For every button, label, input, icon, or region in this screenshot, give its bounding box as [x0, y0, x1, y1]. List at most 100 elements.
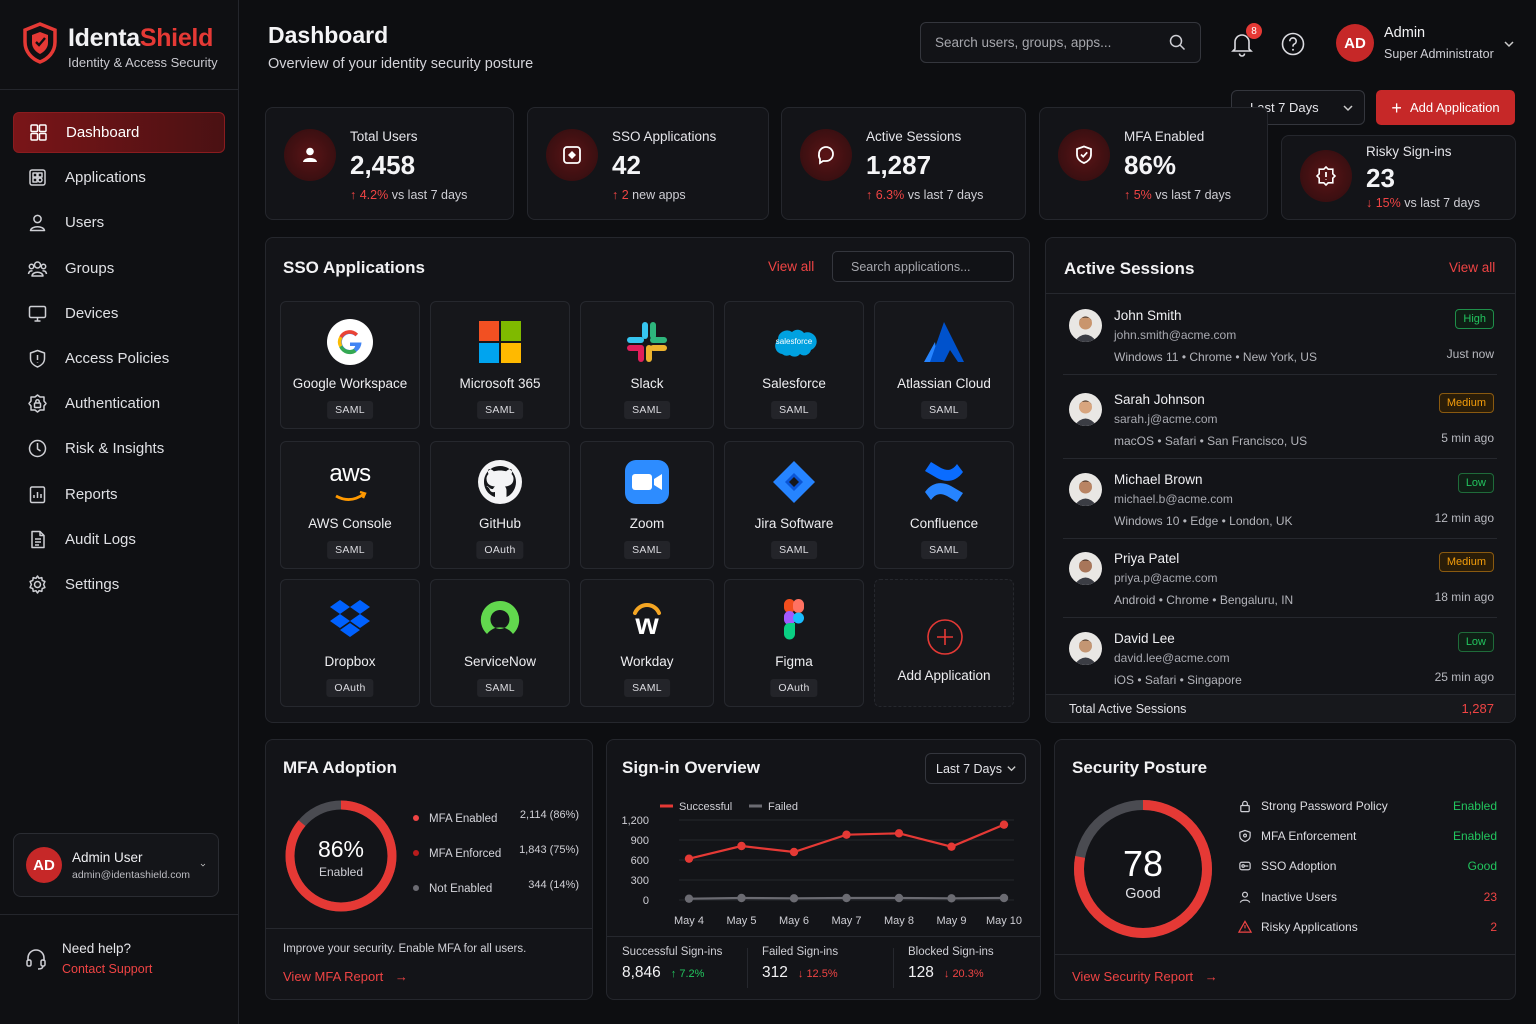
view-mfa-report-link[interactable]: View MFA Report →	[283, 969, 408, 984]
legend-dot	[413, 814, 419, 821]
divider	[1055, 954, 1515, 955]
sessions-view-all-link[interactable]: View all	[1449, 260, 1495, 275]
app-tile-microsoft-365[interactable]: Microsoft 365 SAML	[430, 301, 570, 429]
data-point	[999, 820, 1009, 829]
x-tick-label: May 5	[727, 915, 757, 927]
add-application-button[interactable]: + Add Application	[1376, 90, 1515, 125]
sso-view-all-link[interactable]: View all	[768, 259, 814, 274]
app-tile-servicenow[interactable]: ServiceNow SAML	[430, 579, 570, 707]
sidebar-item-groups[interactable]: Groups	[13, 248, 225, 289]
header-user-name[interactable]: Admin	[1384, 25, 1425, 41]
sidebar-item-label: Users	[65, 214, 105, 232]
user-card[interactable]: AD Admin User admin@identashield.com	[13, 833, 219, 897]
stat-icon-wrap	[800, 129, 852, 181]
app-tile-aws-console[interactable]: aws AWS Console SAML	[280, 441, 420, 569]
stat-card-sso-applications[interactable]: SSO Applications 42 ↑ 2 new apps	[527, 107, 769, 220]
sidebar-item-reports[interactable]: Reports	[13, 474, 225, 515]
app-name: Jira Software	[754, 516, 834, 531]
session-os: Windows 11	[1114, 350, 1179, 364]
data-point	[894, 829, 904, 838]
sidebar-item-dashboard[interactable]: Dashboard	[13, 112, 225, 153]
contact-support-link[interactable]: Contact Support	[62, 962, 152, 976]
session-user-email: priya.p@acme.com	[1114, 571, 1218, 585]
sidebar-item-devices[interactable]: Devices	[13, 293, 225, 334]
risk-level-badge: High	[1455, 309, 1494, 329]
header-avatar[interactable]: AD	[1336, 24, 1374, 62]
app-logo-wrap	[326, 596, 374, 644]
chevron-down-icon	[200, 863, 206, 867]
shield-icon	[1239, 829, 1251, 843]
posture-item[interactable]: Strong Password Policy Enabled	[1238, 798, 1497, 816]
stat-delta: ↑ 2 new apps	[612, 188, 686, 202]
sidebar-item-settings[interactable]: Settings	[13, 564, 225, 605]
stat-card-total-users[interactable]: Total Users 2,458 ↑ 4.2% vs last 7 days	[265, 107, 514, 220]
app-tile-workday[interactable]: w Workday SAML	[580, 579, 714, 707]
session-time: Just now	[1446, 347, 1494, 361]
app-tile-jira-software[interactable]: Jira Software SAML	[724, 441, 864, 569]
sidebar-item-risk-insights[interactable]: Risk & Insights	[13, 428, 225, 469]
posture-item[interactable]: MFA Enforcement Enabled	[1238, 828, 1497, 846]
app-name: GitHub	[478, 516, 522, 531]
mfa-legend-value: 344 (14%)	[528, 879, 579, 891]
posture-item[interactable]: Risky Applications 2	[1238, 919, 1497, 937]
session-row[interactable]: Michael Brown michael.b@acme.com Windows 1…	[1063, 459, 1497, 539]
divider	[266, 928, 592, 929]
app-tile-salesforce[interactable]: salesforce Salesforce SAML	[724, 301, 864, 429]
sessions-total-label: Total Active Sessions	[1069, 702, 1187, 716]
stat-card-risky-sign-ins[interactable]: Risky Sign-ins 23 ↓ 15% vs last 7 days	[1281, 135, 1516, 220]
app-name: Workday	[620, 654, 674, 669]
app-search-input[interactable]	[851, 259, 1001, 274]
app-protocol-badge: SAML	[921, 401, 967, 419]
sidebar-item-authentication[interactable]: Authentication	[13, 383, 225, 424]
app-tile-github[interactable]: GitHub OAuth	[430, 441, 570, 569]
app-protocol-badge: SAML	[921, 541, 967, 559]
posture-item-value: Enabled	[1452, 799, 1497, 813]
app-protocol-badge: OAuth	[326, 679, 374, 697]
stat-card-mfa-enabled[interactable]: MFA Enabled 86% ↑ 5% vs last 7 days	[1039, 107, 1268, 220]
session-row[interactable]: Sarah Johnson sarah.j@acme.com macOS • Saf…	[1063, 379, 1497, 459]
search-icon[interactable]	[1169, 34, 1186, 51]
global-search[interactable]	[920, 22, 1201, 63]
stat-delta-text: vs last 7 days	[1400, 196, 1480, 210]
sidebar-item-audit-logs[interactable]: Audit Logs	[13, 519, 225, 560]
add-application-tile[interactable]: Add Application	[874, 579, 1014, 707]
stat-label: Total Users	[350, 129, 418, 144]
app-tile-google-workspace[interactable]: Google Workspace SAML	[280, 301, 420, 429]
signin-range-select[interactable]: Last 7 Days	[925, 753, 1026, 784]
risk-level-badge: Medium	[1438, 393, 1494, 413]
app-tile-dropbox[interactable]: Dropbox OAuth	[280, 579, 420, 707]
sidebar-item-label: Settings	[65, 575, 120, 593]
session-row[interactable]: Priya Patel priya.p@acme.com Android • Chr…	[1063, 538, 1497, 618]
posture-item[interactable]: Inactive Users 23	[1238, 889, 1497, 907]
session-user-email: michael.b@acme.com	[1114, 492, 1233, 506]
stat-icon-wrap	[1058, 129, 1110, 181]
app-name: ServiceNow	[463, 654, 537, 669]
app-tile-figma[interactable]: Figma OAuth	[724, 579, 864, 707]
app-search[interactable]	[832, 251, 1014, 282]
search-input[interactable]	[935, 35, 1145, 50]
view-security-report-label: View Security Report	[1072, 969, 1194, 984]
app-tile-zoom[interactable]: Zoom SAML	[580, 441, 714, 569]
session-location: Singapore	[1187, 673, 1242, 687]
sidebar-item-users[interactable]: Users	[13, 202, 225, 243]
session-row[interactable]: David Lee david.lee@acme.com iOS • Safari …	[1063, 618, 1497, 698]
sidebar-item-applications[interactable]: Applications	[13, 157, 225, 198]
stat-card-active-sessions[interactable]: Active Sessions 1,287 ↑ 6.3% vs last 7 day…	[781, 107, 1026, 220]
app-tile-slack[interactable]: Slack SAML	[580, 301, 714, 429]
brand[interactable]: IdentaShield Identity & Access Security	[22, 22, 218, 70]
chevron-down-icon[interactable]	[1503, 38, 1515, 50]
posture-item[interactable]: SSO Adoption Good	[1238, 858, 1497, 876]
app-tile-atlassian-cloud[interactable]: Atlassian Cloud SAML	[874, 301, 1014, 429]
stat-delta-text: vs last 7 days	[904, 188, 984, 202]
sidebar-item-access-policies[interactable]: Access Policies	[13, 338, 225, 379]
signin-summary-row: 128 ↓ 20.3%	[908, 964, 994, 982]
stat-delta-value: 6.3%	[875, 188, 905, 202]
view-security-report-link[interactable]: View Security Report →	[1072, 969, 1218, 984]
app-tile-confluence[interactable]: Confluence SAML	[874, 441, 1014, 569]
session-row[interactable]: John Smith john.smith@acme.com Windows 11 …	[1063, 295, 1497, 375]
risk-level-badge: Low	[1457, 473, 1494, 493]
help-icon[interactable]	[1279, 30, 1307, 58]
legend-label: Successful	[679, 801, 732, 813]
app-name: Confluence	[909, 516, 979, 531]
bullet-separator: •	[1154, 434, 1165, 448]
